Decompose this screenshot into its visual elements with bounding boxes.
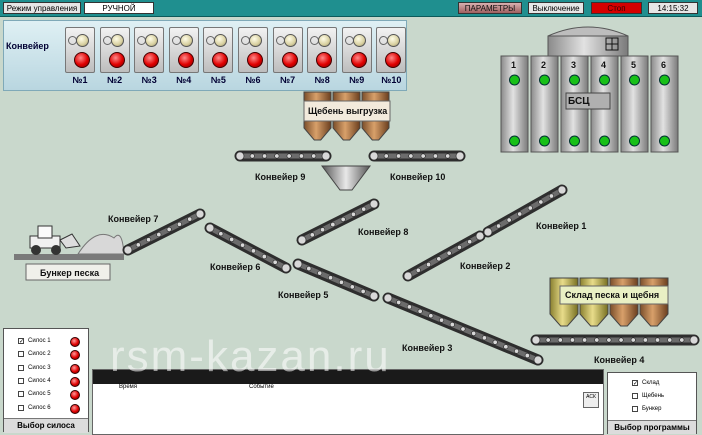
program-select-label: Бункер (642, 406, 662, 412)
checkbox[interactable] (632, 393, 638, 399)
silo-status-lamp (70, 376, 80, 387)
gravel-unload-hoppers (303, 91, 391, 141)
silo-number: 5 (631, 60, 637, 70)
conveyor-6-label: Конвейер 6 (210, 262, 261, 272)
silo-status-lamp (70, 337, 80, 347)
program-select-panel: ✓ Склад Щебень Бункер Выбор программы (607, 372, 697, 434)
silo-status-lamp (509, 74, 520, 86)
silo-status-lamp (629, 135, 640, 147)
conveyor-4-belt[interactable] (530, 334, 700, 346)
silo-select-item[interactable]: Силос 2 (18, 350, 88, 361)
silo-select-item[interactable]: Силос 3 (18, 363, 88, 374)
silo-select-title: Выбор силоса (4, 418, 88, 433)
conveyor-8-label: Конвейер 8 (358, 227, 409, 237)
silo-select-label: Силос 4 (28, 377, 51, 384)
silo-number: 6 (661, 60, 667, 70)
conveyor-3-belt[interactable] (382, 292, 544, 366)
ack-label: АСК (586, 394, 596, 400)
program-select-label: Склад (642, 380, 660, 386)
silo-status-lamp (70, 403, 80, 414)
program-select-item[interactable]: Щебень (632, 392, 692, 402)
silo-select-label: Силос 1 (28, 338, 51, 344)
conveyor-10-belt[interactable] (368, 150, 466, 162)
silo-select-item[interactable]: ✓ Силос 1 (18, 337, 88, 347)
silo-status-lamp (569, 74, 580, 86)
checkbox[interactable] (18, 404, 24, 411)
silo-status-lamp (659, 74, 670, 86)
silo-status-lamp (599, 74, 610, 86)
checkbox[interactable] (18, 364, 24, 371)
silo-status-lamp (629, 74, 640, 86)
conveyor-2-label: Конвейер 2 (460, 261, 511, 271)
silo-number: 3 (571, 60, 577, 70)
sand-gravel-store-label: Склад песка и щебня (565, 290, 660, 300)
event-log-col-time: Время (119, 384, 138, 390)
silo-select-label: Силос 5 (28, 391, 51, 398)
loader-icon (29, 225, 81, 255)
conveyor-4-label: Конвейер 4 (594, 355, 645, 365)
program-select-item[interactable]: ✓ Склад (632, 379, 692, 389)
conveyor-9-belt[interactable] (234, 150, 332, 162)
program-select-item[interactable]: Бункер (632, 405, 692, 415)
conveyor-5-label: Конвейер 5 (278, 290, 329, 300)
silo-number: 4 (601, 60, 607, 70)
silo-status-lamp (659, 135, 670, 147)
silo-status-lamp (539, 74, 550, 86)
watermark: rsm-kazan.ru (110, 332, 391, 381)
silo-status-lamp (70, 350, 80, 361)
program-select-label: Щебень (642, 393, 665, 399)
silo-status-lamp (70, 390, 80, 401)
conveyor-3-label: Конвейер 3 (402, 343, 453, 353)
checkbox[interactable] (18, 351, 24, 358)
checkbox[interactable]: ✓ (632, 380, 638, 387)
silo-select-panel: ✓ Силос 1 Силос 2 Силос 3 Силос 4 Силос 5 Сило… (3, 328, 89, 433)
event-log-col-event: Событие (249, 384, 274, 390)
checkbox[interactable] (632, 406, 638, 412)
checkbox[interactable] (18, 377, 24, 384)
silo-status-lamp (599, 135, 610, 147)
conveyor-1-label: Конвейер 1 (536, 221, 587, 231)
silo-select-label: Силос 3 (28, 364, 51, 371)
silo-select-label: Силос 2 (28, 351, 51, 358)
silo-select-label: Силос 6 (28, 404, 51, 411)
bsc-building (547, 26, 629, 57)
funnel (321, 165, 371, 191)
silo-status-lamp (509, 135, 520, 147)
sand-bunker-label: Бункер песка (40, 268, 100, 278)
gravel-unload-label: Щебень выгрузка (308, 106, 388, 116)
silo-select-item[interactable]: Силос 6 (18, 403, 88, 414)
silo-status-lamp (539, 135, 550, 147)
silo-status-lamp (70, 363, 80, 374)
silo-select-item[interactable]: Силос 4 (18, 376, 88, 387)
conveyor-2-belt[interactable] (402, 230, 486, 282)
conveyor-8-belt[interactable] (296, 198, 380, 246)
conveyor-9-label: Конвейер 9 (255, 172, 306, 182)
silo-number: 2 (541, 60, 547, 70)
silo-status-lamp (569, 135, 580, 147)
ack-button[interactable]: АСК (583, 392, 599, 408)
checkbox[interactable]: ✓ (18, 338, 24, 345)
sand-gravel-store (549, 277, 669, 327)
silo-select-item[interactable]: Силос 5 (18, 390, 88, 401)
silo-number: 1 (511, 60, 517, 70)
program-select-title: Выбор программы (608, 420, 696, 434)
checkbox[interactable] (18, 391, 24, 398)
conveyor-10-label: Конвейер 10 (390, 172, 446, 182)
conveyor-7-label: Конвейер 7 (108, 214, 159, 224)
bsc-label: БСЦ (568, 96, 590, 107)
